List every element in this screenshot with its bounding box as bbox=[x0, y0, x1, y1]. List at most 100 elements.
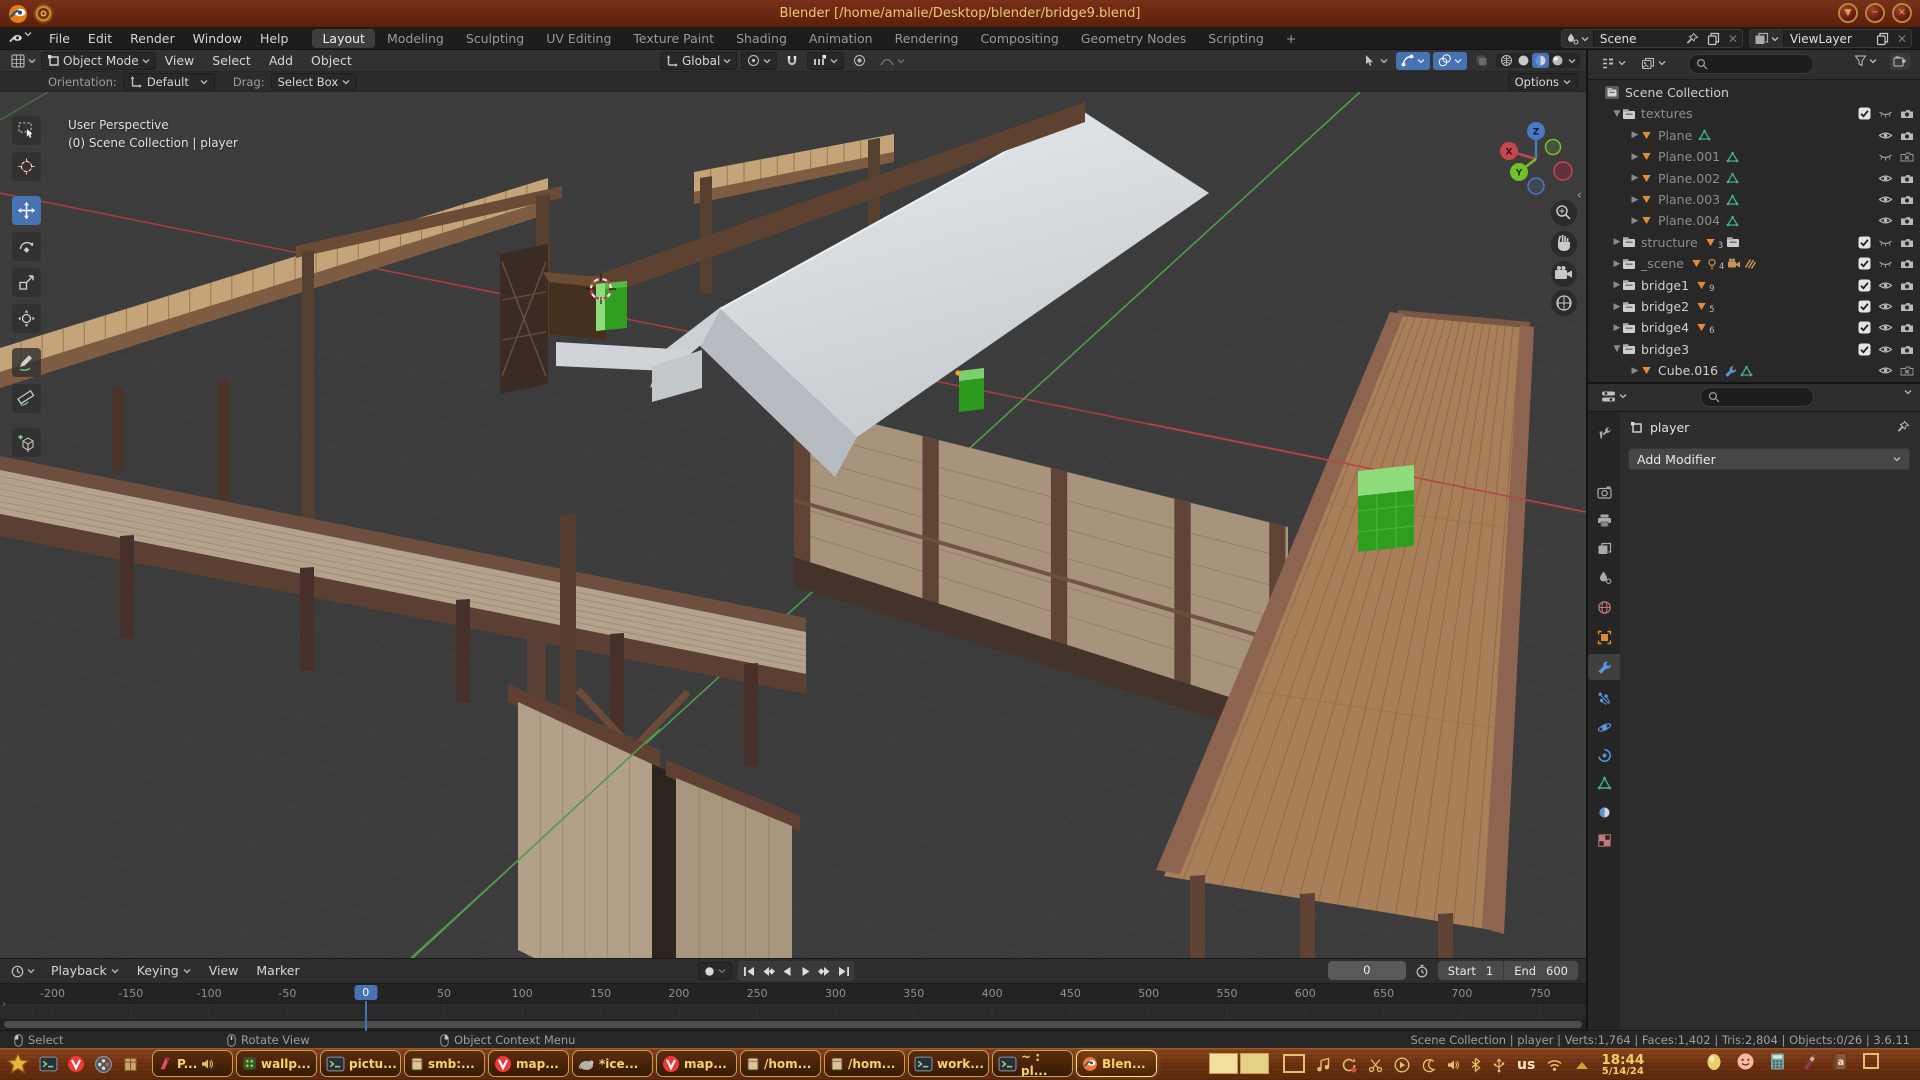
tray-dictionary-icon[interactable]: a bbox=[1831, 1052, 1848, 1071]
transport-jump-end-button[interactable] bbox=[834, 962, 853, 980]
taskbar-window-map[interactable]: map... bbox=[488, 1050, 569, 1077]
properties-tab-constraints[interactable] bbox=[1588, 742, 1620, 768]
hide-eye-icon[interactable] bbox=[1878, 215, 1893, 226]
outliner-item-label[interactable]: Plane.004 bbox=[1658, 213, 1720, 228]
tool-rotate-button[interactable] bbox=[12, 232, 41, 261]
clock[interactable]: 18:445/14/24 bbox=[1601, 1053, 1644, 1078]
filter-icon[interactable] bbox=[1854, 54, 1877, 67]
outliner-item-label[interactable]: Scene Collection bbox=[1625, 85, 1729, 100]
tray-usb-icon[interactable] bbox=[1492, 1057, 1506, 1073]
shade-button[interactable]: ▼ bbox=[1838, 3, 1858, 23]
timeline-ruler[interactable]: -200-150-100-500501001502002503003504004… bbox=[0, 983, 1586, 1003]
transport-next-key-button[interactable] bbox=[815, 962, 834, 980]
selectable-checkbox[interactable] bbox=[1858, 343, 1871, 356]
tool-cursor-button[interactable] bbox=[12, 152, 41, 181]
pin-id-icon[interactable] bbox=[1897, 420, 1910, 433]
tool-annotate-button[interactable] bbox=[12, 348, 41, 377]
scene-browse-icon[interactable] bbox=[1562, 30, 1594, 47]
viewport-menu-object[interactable]: Object bbox=[302, 50, 361, 72]
hide-eye-icon[interactable] bbox=[1878, 130, 1893, 141]
outliner-row[interactable]: ▶Plane bbox=[1588, 125, 1920, 146]
scene-selector[interactable]: Scene ✕ bbox=[1561, 29, 1743, 48]
viewport-menu-add[interactable]: Add bbox=[260, 50, 302, 72]
transform-orientation-dropdown[interactable]: Global bbox=[660, 52, 737, 70]
tool-add-cube-button[interactable] bbox=[12, 428, 41, 457]
launcher-package-icon[interactable] bbox=[122, 1055, 139, 1073]
properties-tab-scene[interactable] bbox=[1588, 564, 1620, 590]
taskbar-window-pictu[interactable]: pictu... bbox=[320, 1050, 401, 1077]
launcher-reel-icon[interactable] bbox=[94, 1055, 113, 1074]
properties-tab-data[interactable] bbox=[1588, 770, 1620, 796]
disclosure-right-icon[interactable]: ▶ bbox=[1630, 173, 1640, 183]
viewport-menu-select[interactable]: Select bbox=[203, 50, 260, 72]
properties-tab-material[interactable] bbox=[1588, 799, 1620, 825]
disclosure-right-icon[interactable]: ▶ bbox=[1612, 237, 1622, 247]
tray-moon-icon[interactable] bbox=[1421, 1058, 1436, 1073]
viewlayer-name[interactable]: ViewLayer bbox=[1784, 32, 1872, 46]
properties-tab-texture[interactable] bbox=[1588, 827, 1620, 853]
current-frame-field[interactable]: 0 bbox=[1328, 961, 1406, 980]
scene-name[interactable]: Scene bbox=[1594, 32, 1682, 46]
outliner-item-label[interactable]: Plane bbox=[1658, 128, 1692, 143]
properties-tab-render[interactable] bbox=[1588, 479, 1620, 505]
tray-egg-icon[interactable] bbox=[1706, 1051, 1722, 1071]
snap-target-dropdown[interactable] bbox=[807, 52, 844, 70]
transport-jump-start-button[interactable] bbox=[739, 962, 758, 980]
workspace-tab-layout[interactable]: Layout bbox=[312, 29, 375, 48]
pager-cell[interactable] bbox=[1240, 1053, 1269, 1074]
outliner-row[interactable]: ▶bridge19 bbox=[1588, 275, 1920, 296]
render-visibility-icon[interactable] bbox=[1900, 237, 1914, 248]
selectable-checkbox[interactable] bbox=[1858, 321, 1871, 334]
taskbar-window-blen[interactable]: Blen... bbox=[1076, 1050, 1157, 1077]
disclosure-right-icon[interactable]: ▶ bbox=[1630, 366, 1640, 376]
tool-scale-button[interactable] bbox=[12, 268, 41, 297]
hidden-eye-icon[interactable] bbox=[1878, 151, 1893, 162]
unlink-scene-icon[interactable]: ✕ bbox=[1724, 32, 1742, 46]
workspace-tab-rendering[interactable]: Rendering bbox=[885, 29, 969, 48]
menu-edit[interactable]: Edit bbox=[79, 28, 121, 50]
taskbar-window-hom[interactable]: /hom... bbox=[740, 1050, 821, 1077]
hide-eye-icon[interactable] bbox=[1878, 344, 1893, 355]
hidden-eye-icon[interactable] bbox=[1878, 237, 1893, 248]
workspace-tab-modeling[interactable]: Modeling bbox=[377, 29, 454, 48]
hidden-eye-icon[interactable] bbox=[1878, 258, 1893, 269]
selectable-checkbox[interactable] bbox=[1858, 300, 1871, 313]
render-visibility-icon[interactable] bbox=[1900, 258, 1914, 269]
taskbar-window-ice[interactable]: *ice... bbox=[572, 1050, 653, 1077]
render-disabled-icon[interactable] bbox=[1900, 365, 1914, 376]
hide-eye-icon[interactable] bbox=[1878, 194, 1893, 205]
hidden-eye-icon[interactable] bbox=[1878, 108, 1893, 119]
launcher-terminal-icon[interactable] bbox=[39, 1055, 58, 1073]
selectable-checkbox[interactable] bbox=[1858, 257, 1871, 270]
disclosure-right-icon[interactable]: ▶ bbox=[1630, 216, 1640, 226]
taskbar-window-smb[interactable]: smb:... bbox=[404, 1050, 485, 1077]
shading-options-dropdown[interactable] bbox=[1566, 57, 1578, 65]
workspace-tab-sculpting[interactable]: Sculpting bbox=[456, 29, 534, 48]
blender-menu-icon[interactable] bbox=[8, 31, 32, 47]
playhead-current-frame[interactable]: 0 bbox=[354, 985, 377, 1000]
tool-transform-button[interactable] bbox=[12, 304, 41, 333]
tray-bluetooth-icon[interactable] bbox=[1470, 1057, 1481, 1073]
outliner-search-input[interactable] bbox=[1688, 54, 1814, 74]
drag-dropdown[interactable]: Select Box bbox=[271, 73, 358, 90]
tray-eject-icon[interactable] bbox=[1574, 1059, 1590, 1071]
timeline-menu-marker[interactable]: Marker bbox=[247, 960, 308, 982]
timeline-track[interactable] bbox=[0, 1003, 1586, 1019]
outliner-item-label[interactable]: Cube.016 bbox=[1658, 363, 1718, 378]
tray-scissors-icon[interactable] bbox=[1368, 1058, 1383, 1073]
display-mode-dropdown[interactable] bbox=[1596, 54, 1631, 72]
outliner-item-label[interactable]: Plane.002 bbox=[1658, 171, 1720, 186]
outliner-row[interactable]: ▼bridge3 bbox=[1588, 339, 1920, 360]
properties-tab-world[interactable] bbox=[1588, 594, 1620, 620]
properties-tab-output[interactable] bbox=[1588, 507, 1620, 533]
outliner-item-label[interactable]: Plane.003 bbox=[1658, 192, 1720, 207]
workspace-tab-scripting[interactable]: Scripting bbox=[1198, 29, 1274, 48]
launcher-vivaldi-icon[interactable] bbox=[67, 1055, 85, 1073]
tray-frame-icon[interactable] bbox=[1862, 1052, 1880, 1070]
tool-move-button[interactable] bbox=[12, 196, 41, 225]
keyboard-layout-indicator[interactable]: us bbox=[1517, 1057, 1535, 1073]
tray-calculator-icon[interactable] bbox=[1769, 1052, 1786, 1071]
properties-tab-particles[interactable] bbox=[1588, 685, 1620, 711]
tray-ink-icon[interactable] bbox=[1800, 1052, 1817, 1070]
taskbar-window-map[interactable]: map... bbox=[656, 1050, 737, 1077]
